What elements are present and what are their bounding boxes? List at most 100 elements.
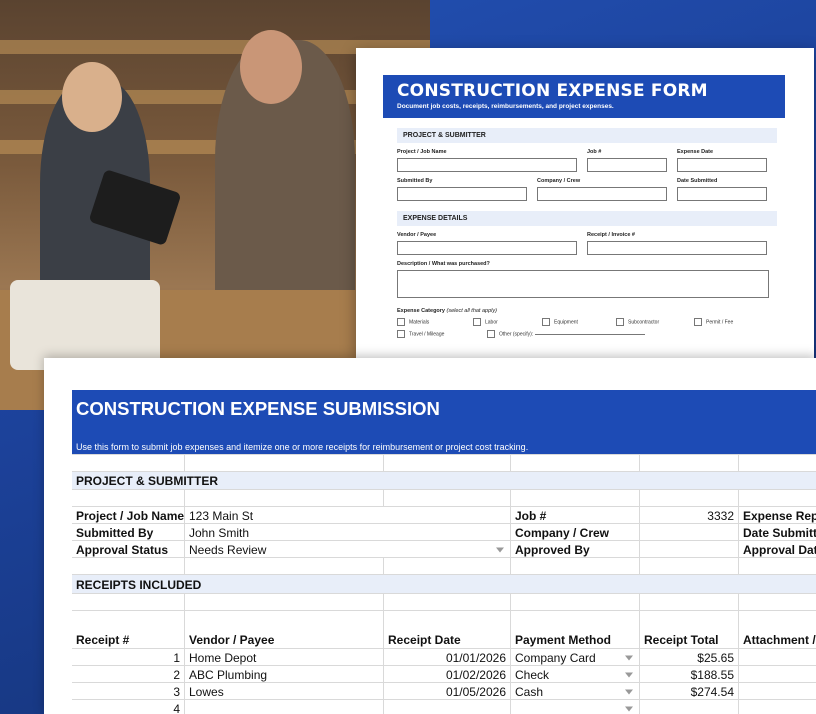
project-job-name-value[interactable]: 123 Main St <box>184 507 510 524</box>
paper-label-receipt: Receipt / Invoice # <box>587 232 635 238</box>
paper-company-box <box>537 187 667 201</box>
expense-spreadsheet: CONSTRUCTION EXPENSE SUBMISSION Use this… <box>44 358 816 714</box>
cell[interactable] <box>639 558 738 575</box>
payment-method-dropdown[interactable]: Cash <box>510 683 639 700</box>
payment-method-dropdown[interactable]: Check <box>510 666 639 683</box>
paper-cat-materials: Materials <box>409 319 430 326</box>
paper-label-project: Project / Job Name <box>397 149 447 155</box>
receipt-total-cell[interactable]: $188.55 <box>639 666 738 683</box>
cell[interactable] <box>510 594 639 611</box>
cell[interactable] <box>510 490 639 507</box>
paper-job-box <box>587 158 667 172</box>
paper-label-company: Company / Crew <box>537 178 581 184</box>
table-row: 2 ABC Plumbing 01/02/2026 Check $188.55 <box>72 665 816 683</box>
cell[interactable] <box>72 490 184 507</box>
receipt-date-cell[interactable]: 01/05/2026 <box>383 683 510 700</box>
paper-label-date-submitted: Date Submitted <box>677 178 718 184</box>
receipt-number-cell[interactable]: 4 <box>72 700 184 714</box>
cell[interactable] <box>72 455 184 472</box>
cell[interactable] <box>184 455 383 472</box>
label-approval-status: Approval Status <box>76 542 169 557</box>
label-approved-by: Approved By <box>510 541 639 558</box>
cell[interactable] <box>738 455 816 472</box>
cell[interactable] <box>639 455 738 472</box>
vendor-cell[interactable] <box>184 700 383 714</box>
paper-form-banner: CONSTRUCTION EXPENSE FORM Document job c… <box>383 75 785 118</box>
label-expense-report: Expense Repo <box>738 507 816 524</box>
table-row: 1 Home Depot 01/01/2026 Company Card $25… <box>72 648 816 666</box>
receipt-number-cell[interactable]: 1 <box>72 649 184 666</box>
sheet-title: CONSTRUCTION EXPENSE SUBMISSION <box>76 398 440 419</box>
attachment-cell[interactable] <box>738 700 816 714</box>
paper-cat-permit: Permit / Fee <box>706 319 734 326</box>
cell[interactable] <box>72 594 184 611</box>
cell[interactable] <box>383 490 510 507</box>
label-submitted-by: Submitted By <box>76 525 154 540</box>
table-row: 4 <box>72 699 816 714</box>
col-header-vendor: Vendor / Payee <box>184 611 383 649</box>
cell[interactable] <box>383 558 510 575</box>
vendor-cell[interactable]: ABC Plumbing <box>184 666 383 683</box>
approval-status-dropdown[interactable]: Needs Review <box>184 541 510 558</box>
payment-method-dropdown[interactable]: Company Card <box>510 649 639 666</box>
chevron-down-icon[interactable] <box>625 655 633 660</box>
vendor-cell[interactable]: Lowes <box>184 683 383 700</box>
attachment-cell[interactable] <box>738 666 816 683</box>
cell[interactable] <box>510 558 639 575</box>
paper-cat-other: Other (specify): <box>499 331 534 338</box>
sheet-header: CONSTRUCTION EXPENSE SUBMISSION Use this… <box>72 390 816 454</box>
section-project-submitter: PROJECT & SUBMITTER <box>76 474 219 488</box>
paper-cat-equipment: Equipment <box>554 319 578 326</box>
chevron-down-icon[interactable] <box>625 672 633 677</box>
paper-form-title: CONSTRUCTION EXPENSE FORM <box>397 81 708 101</box>
receipt-number-cell[interactable]: 3 <box>72 683 184 700</box>
receipt-number-cell[interactable]: 2 <box>72 666 184 683</box>
chevron-down-icon[interactable] <box>625 689 633 694</box>
paper-project-box <box>397 158 577 172</box>
job-number-value[interactable]: 3332 <box>639 507 738 524</box>
cell[interactable] <box>510 455 639 472</box>
col-header-receipt-date: Receipt Date <box>383 611 510 649</box>
chevron-down-icon[interactable] <box>496 547 504 552</box>
paper-label-job: Job # <box>587 149 602 155</box>
cell[interactable] <box>184 558 383 575</box>
paper-receipt-box <box>587 241 767 255</box>
cell[interactable] <box>738 594 816 611</box>
receipt-date-cell[interactable]: 01/02/2026 <box>383 666 510 683</box>
vendor-cell[interactable]: Home Depot <box>184 649 383 666</box>
company-crew-value[interactable] <box>639 524 738 541</box>
receipt-date-cell[interactable] <box>383 700 510 714</box>
chevron-down-icon[interactable] <box>625 706 633 711</box>
submitted-by-value[interactable]: John Smith <box>184 524 510 541</box>
cell[interactable] <box>383 594 510 611</box>
cell[interactable] <box>639 490 738 507</box>
payment-method-dropdown[interactable] <box>510 700 639 714</box>
receipt-total-cell[interactable]: $25.65 <box>639 649 738 666</box>
paper-label-description: Description / What was purchased? <box>397 261 490 267</box>
approved-by-value[interactable] <box>639 541 738 558</box>
cell[interactable] <box>639 594 738 611</box>
cell[interactable] <box>184 490 383 507</box>
receipt-total-cell[interactable]: $274.54 <box>639 683 738 700</box>
cash-register <box>10 280 160 370</box>
paper-cat-travel: Travel / Mileage <box>409 331 445 338</box>
paper-label-submitted: Submitted By <box>397 178 433 184</box>
cell[interactable] <box>184 594 383 611</box>
paper-description-box <box>397 270 769 298</box>
sheet-subtitle: Use this form to submit job expenses and… <box>76 442 529 452</box>
paper-date-submitted-box <box>677 187 767 201</box>
cell[interactable] <box>738 558 816 575</box>
paper-label-expense-date: Expense Date <box>677 149 714 155</box>
approval-status-value: Needs Review <box>189 542 267 557</box>
attachment-cell[interactable] <box>738 683 816 700</box>
receipt-total-cell[interactable] <box>639 700 738 714</box>
table-row: 3 Lowes 01/05/2026 Cash $274.54 <box>72 682 816 700</box>
cell[interactable] <box>738 490 816 507</box>
paper-expense-date-box <box>677 158 767 172</box>
col-header-receipt-total: Receipt Total <box>639 611 738 649</box>
attachment-cell[interactable] <box>738 649 816 666</box>
receipt-date-cell[interactable]: 01/01/2026 <box>383 649 510 666</box>
label-company-crew: Company / Crew <box>510 524 639 541</box>
cell[interactable] <box>72 558 184 575</box>
cell[interactable] <box>383 455 510 472</box>
